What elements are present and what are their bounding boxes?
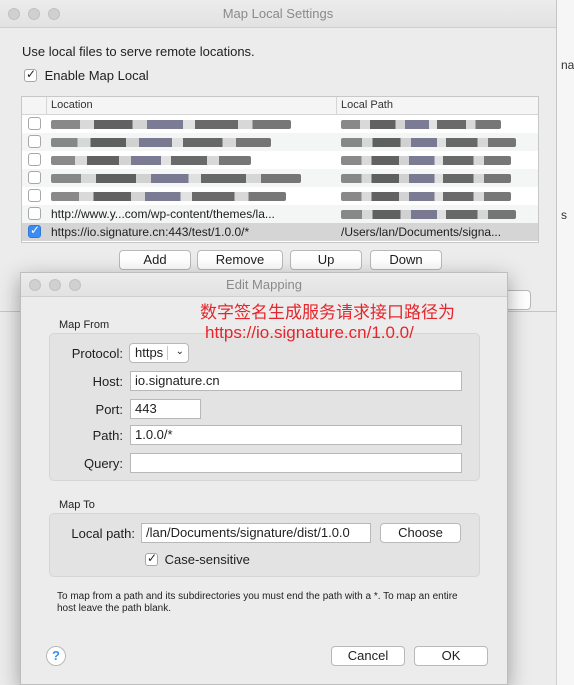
- path-field[interactable]: 1.0.0/*: [130, 425, 462, 445]
- cancel-button[interactable]: Cancel: [331, 646, 405, 666]
- window-title: Map Local Settings: [222, 6, 334, 21]
- help-icon[interactable]: ?: [46, 646, 66, 666]
- row-location: [51, 117, 333, 132]
- table-row[interactable]: [22, 187, 538, 205]
- mappings-table: Location Local Path http://www.y...com/w…: [21, 96, 539, 243]
- local-path-field[interactable]: /lan/Documents/signature/dist/1.0.0: [141, 523, 371, 543]
- query-field[interactable]: [130, 453, 462, 473]
- choose-button[interactable]: Choose: [380, 523, 461, 543]
- row-checkbox[interactable]: [28, 117, 41, 130]
- row-location: [51, 189, 333, 204]
- enable-map-local-checkbox[interactable]: Enable Map Local: [24, 67, 149, 83]
- ok-button[interactable]: OK: [414, 646, 488, 666]
- checkmark-icon[interactable]: [145, 551, 158, 566]
- remove-button[interactable]: Remove: [197, 250, 283, 270]
- row-checkbox[interactable]: [28, 171, 41, 184]
- row-location: [51, 153, 333, 168]
- background-text-fragment: s: [561, 208, 567, 222]
- table-header: Location Local Path: [22, 97, 538, 115]
- row-location: [51, 171, 333, 186]
- enable-map-local-label: Enable Map Local: [44, 68, 149, 83]
- host-field[interactable]: io.signature.cn: [130, 371, 462, 391]
- row-location: https://io.signature.cn:443/test/1.0.0/*: [51, 225, 250, 239]
- row-local-path: [341, 189, 536, 204]
- title-bar: Map Local Settings: [0, 0, 556, 28]
- table-row[interactable]: [22, 151, 538, 169]
- map-to-label: Map To: [59, 499, 95, 511]
- table-row-selected[interactable]: https://io.signature.cn:443/test/1.0.0/*…: [22, 223, 538, 241]
- annotation-title: 数字签名生成服务请求接口路径为: [200, 303, 455, 322]
- dialog-title-bar: Edit Mapping: [21, 273, 507, 297]
- background-window-edge: na s: [556, 0, 574, 685]
- row-checkbox-checked[interactable]: [28, 223, 41, 238]
- row-local-path: [341, 153, 536, 168]
- row-checkbox[interactable]: [28, 189, 41, 202]
- row-local-path: [341, 207, 536, 222]
- host-label: Host:: [92, 374, 123, 389]
- row-checkbox[interactable]: [28, 207, 41, 220]
- row-location: [51, 135, 333, 150]
- background-text-fragment: na: [561, 58, 574, 72]
- chevron-down-icon: ⌄: [175, 346, 184, 357]
- row-local-path: [341, 117, 536, 132]
- protocol-select[interactable]: https ⌄: [129, 343, 189, 363]
- map-local-settings-window: Map Local Settings Use local files to se…: [0, 0, 557, 312]
- table-row[interactable]: [22, 169, 538, 187]
- table-row[interactable]: http://www.y...com/wp-content/themes/la.…: [22, 205, 538, 223]
- column-header-location[interactable]: Location: [51, 99, 93, 111]
- protocol-value: https: [135, 345, 164, 360]
- up-button[interactable]: Up: [290, 250, 362, 270]
- row-local-path: [341, 135, 536, 150]
- row-local-path: [341, 171, 536, 186]
- help-note: To map from a path and its subdirectorie…: [57, 591, 458, 614]
- table-button-bar: Add Remove Up Down: [0, 250, 557, 272]
- path-label: Path:: [92, 428, 123, 443]
- row-checkbox[interactable]: [28, 135, 41, 148]
- table-row[interactable]: [22, 115, 538, 133]
- add-button[interactable]: Add: [119, 250, 191, 270]
- intro-text: Use local files to serve remote location…: [22, 44, 255, 59]
- obscured-button[interactable]: [505, 290, 531, 310]
- checkmark-icon[interactable]: [24, 67, 37, 82]
- dialog-title: Edit Mapping: [226, 277, 302, 292]
- port-label: Port:: [95, 402, 123, 417]
- protocol-label: Protocol:: [71, 346, 123, 361]
- row-location: http://www.y...com/wp-content/themes/la.…: [51, 207, 275, 221]
- case-sensitive-label: Case-sensitive: [164, 552, 250, 567]
- port-field[interactable]: 443: [130, 399, 201, 419]
- down-button[interactable]: Down: [370, 250, 442, 270]
- annotation-url: https://io.signature.cn/1.0.0/: [205, 323, 414, 342]
- local-path-label: Local path:: [71, 526, 135, 541]
- map-from-label: Map From: [59, 319, 110, 331]
- row-local-path: /Users/lan/Documents/signa...: [341, 225, 502, 239]
- query-label: Query:: [83, 456, 123, 471]
- table-row[interactable]: [22, 133, 538, 151]
- column-header-local-path[interactable]: Local Path: [341, 99, 393, 111]
- case-sensitive-checkbox[interactable]: Case-sensitive: [145, 551, 250, 567]
- row-checkbox[interactable]: [28, 153, 41, 166]
